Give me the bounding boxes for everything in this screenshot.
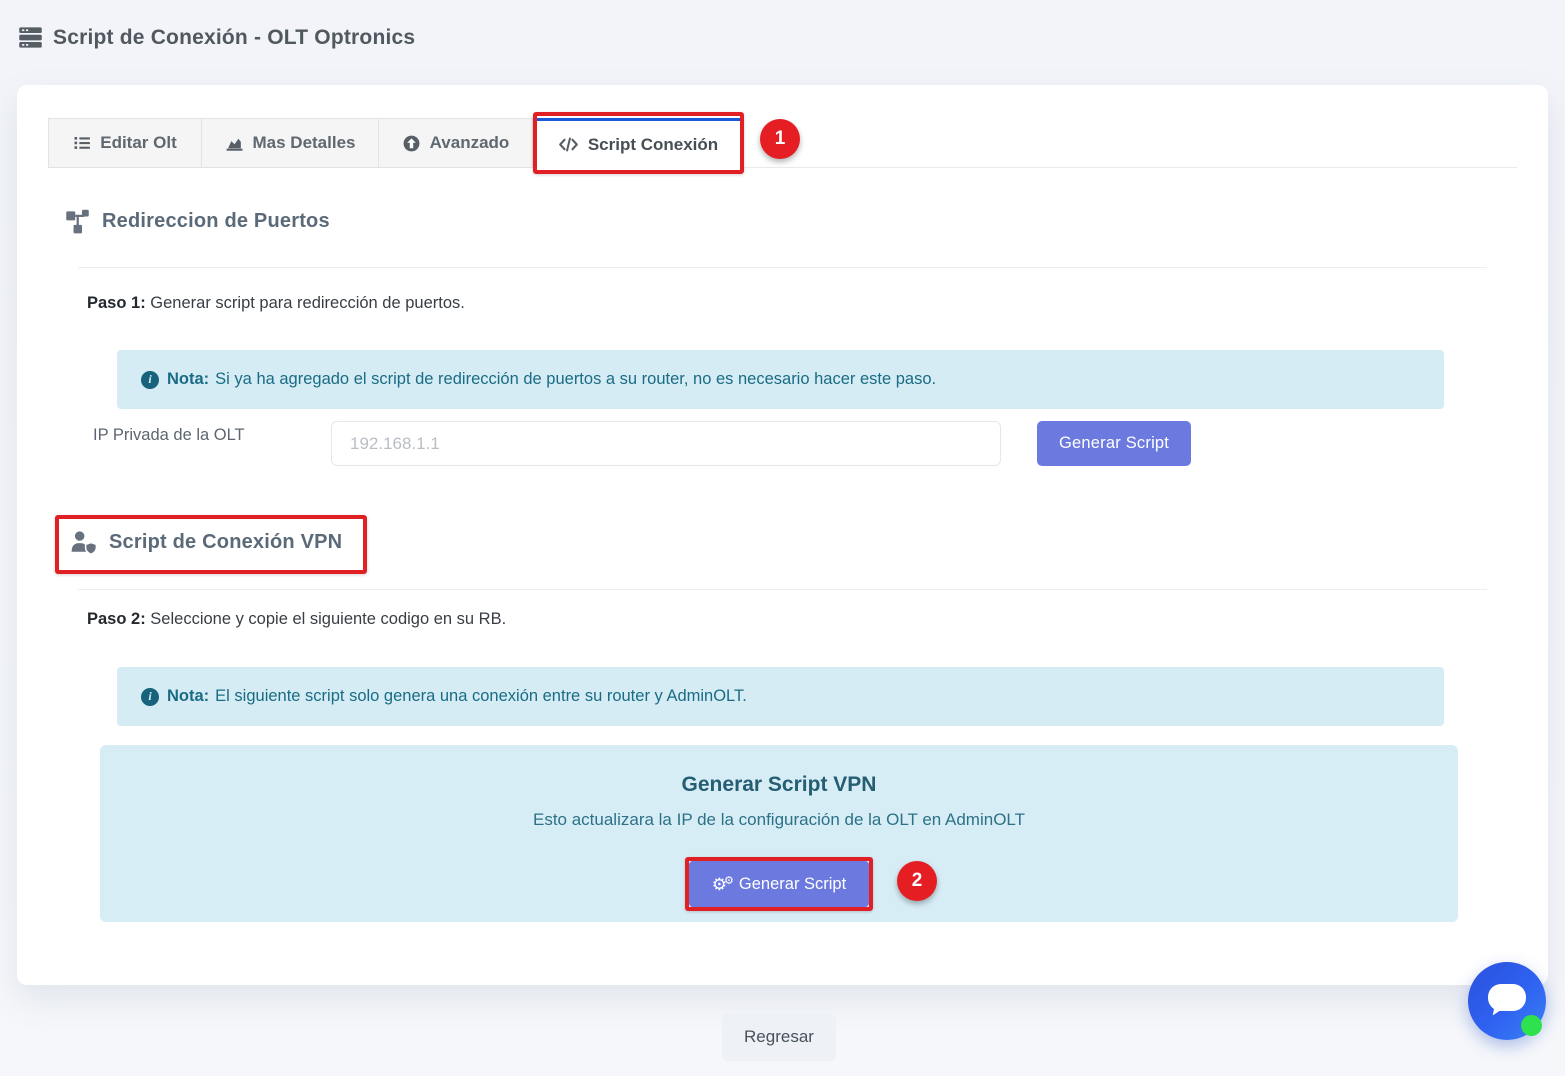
- note-label: Nota:: [167, 687, 209, 706]
- cogs-icon: ⚙⚙: [712, 876, 731, 893]
- step-2-label: Paso 2:: [87, 610, 146, 628]
- step-2-text: Paso 2: Seleccione y copie el siguiente …: [87, 610, 506, 629]
- note-text: Si ya ha agregado el script de redirecci…: [215, 370, 936, 389]
- divider: [78, 589, 1487, 590]
- chart-area-icon: [225, 134, 244, 153]
- list-icon: [73, 134, 91, 152]
- section-vpn-header: Script de Conexión VPN: [70, 529, 342, 555]
- tab-editar-olt[interactable]: Editar Olt: [48, 118, 202, 168]
- tab-avanzado[interactable]: Avanzado: [379, 118, 533, 168]
- section-port-redirect-header: Redireccion de Puertos: [64, 208, 330, 235]
- tab-label: Mas Detalles: [253, 133, 356, 153]
- chat-widget-button[interactable]: [1468, 962, 1546, 1040]
- network-diagram-icon: [64, 208, 91, 235]
- tab-label: Avanzado: [430, 133, 510, 153]
- section-title: Redireccion de Puertos: [102, 210, 330, 233]
- vpn-panel-title: Generar Script VPN: [100, 773, 1458, 797]
- step-1-label: Paso 1:: [87, 294, 146, 312]
- generate-vpn-script-button[interactable]: ⚙⚙ Generar Script: [689, 861, 869, 907]
- vpn-panel-subtitle: Esto actualizara la IP de la configuraci…: [100, 810, 1458, 830]
- annotation-badge-1: 1: [760, 119, 800, 159]
- vpn-generate-panel: Generar Script VPN Esto actualizara la I…: [100, 745, 1458, 922]
- tab-label: Editar Olt: [100, 133, 177, 153]
- back-button[interactable]: Regresar: [722, 1013, 836, 1061]
- page-title: Script de Conexión - OLT Optronics: [53, 26, 415, 50]
- section-title: Script de Conexión VPN: [109, 531, 342, 554]
- annotation-badge-2: 2: [897, 861, 937, 901]
- ip-field-label: IP Privada de la OLT: [93, 426, 245, 445]
- ip-input[interactable]: [331, 421, 1001, 466]
- page-header: Script de Conexión - OLT Optronics: [17, 24, 415, 51]
- server-icon: [17, 24, 44, 51]
- note-vpn: i Nota: El siguiente script solo genera …: [117, 667, 1444, 726]
- info-icon: i: [141, 371, 159, 389]
- divider: [78, 267, 1487, 268]
- chat-bubble-icon: [1488, 984, 1526, 1011]
- user-shield-icon: [70, 529, 98, 555]
- arrow-circle-up-icon: [402, 134, 421, 153]
- tab-label: Script Conexión: [588, 135, 718, 155]
- tab-script-conexion[interactable]: Script Conexión: [533, 118, 744, 168]
- note-text: El siguiente script solo genera una cone…: [215, 687, 747, 706]
- code-icon: [558, 135, 579, 154]
- tab-mas-detalles[interactable]: Mas Detalles: [202, 118, 379, 168]
- step-1-text: Paso 1: Generar script para redirección …: [87, 294, 465, 313]
- main-card: Editar Olt Mas Detalles Avanzado Script …: [17, 85, 1548, 985]
- online-status-dot: [1521, 1015, 1542, 1036]
- note-port-redirect: i Nota: Si ya ha agregado el script de r…: [117, 350, 1444, 409]
- generate-script-button[interactable]: Generar Script: [1037, 421, 1191, 466]
- note-label: Nota:: [167, 370, 209, 389]
- info-icon: i: [141, 688, 159, 706]
